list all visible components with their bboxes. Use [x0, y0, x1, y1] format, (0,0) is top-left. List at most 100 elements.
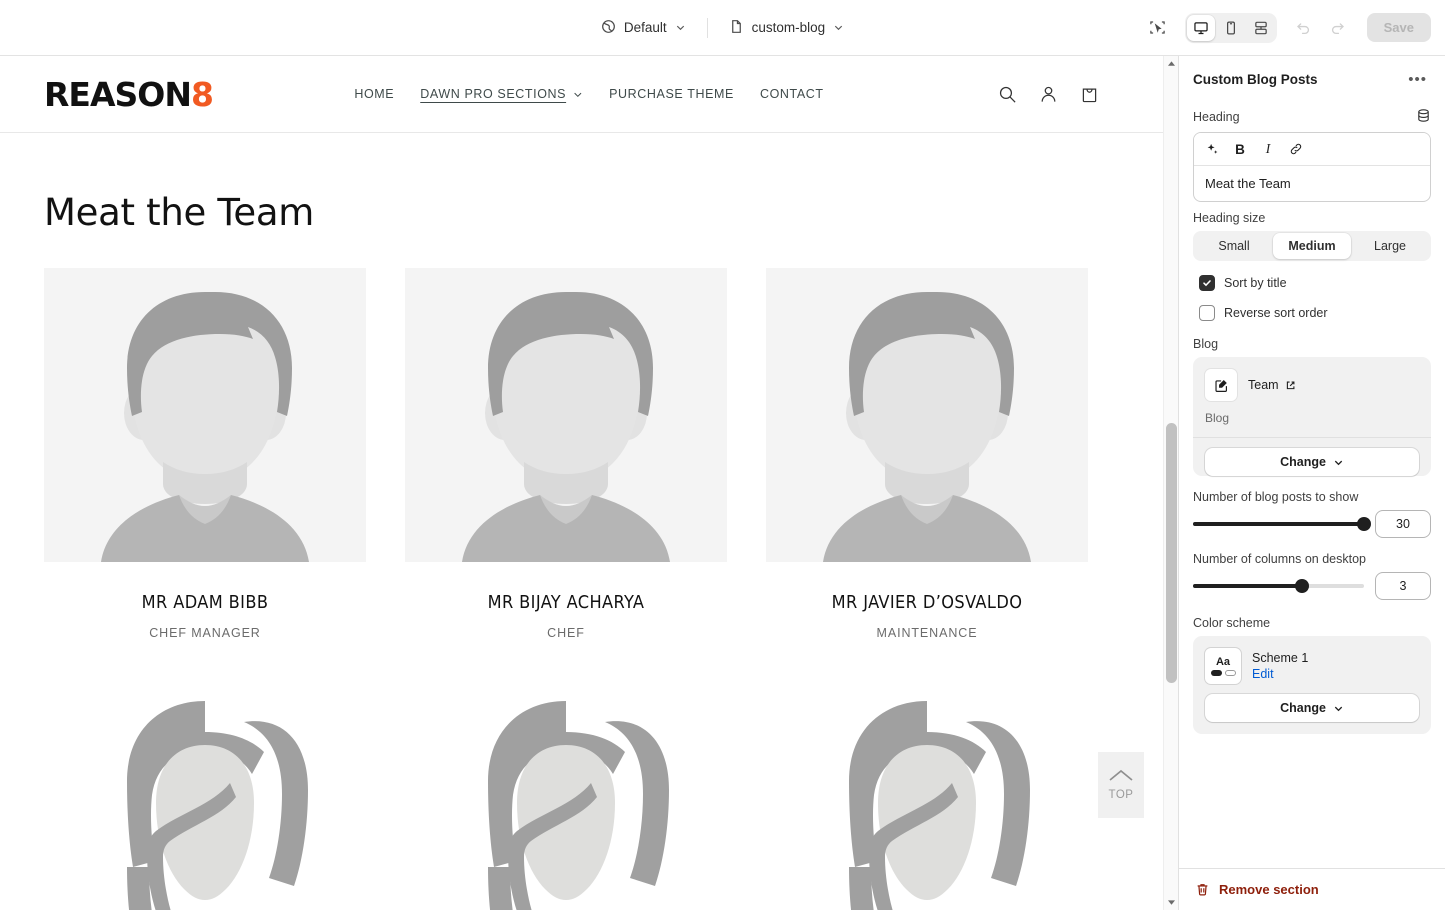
reverse-sort-order-checkbox[interactable]	[1199, 305, 1215, 321]
team-card[interactable]: MR ADAM BIBB CHEF MANAGER	[44, 268, 366, 640]
preview-scrollbar-thumb[interactable]	[1166, 423, 1177, 683]
save-button[interactable]: Save	[1367, 13, 1431, 42]
site-logo[interactable]: REASON8	[44, 78, 213, 111]
color-scheme-edit-link[interactable]: Edit	[1252, 667, 1308, 681]
page-selector[interactable]: custom-blog	[720, 14, 854, 42]
nav-item-dawn-pro-sections[interactable]: DAWN PRO SECTIONS	[420, 87, 583, 101]
scroll-down-arrow[interactable]	[1164, 895, 1179, 910]
heading-size-large[interactable]: Large	[1351, 233, 1429, 259]
storefront-nav: HOME DAWN PRO SECTIONS PURCHASE THEME CO…	[354, 87, 823, 101]
member-role: CHEF MANAGER	[44, 626, 366, 640]
logo-text: REASON	[44, 75, 191, 114]
heading-input[interactable]: Meat the Team	[1194, 166, 1430, 201]
external-link-icon	[1285, 380, 1296, 391]
sort-by-title-checkbox-row[interactable]: Sort by title	[1199, 275, 1431, 291]
reverse-sort-order-checkbox-row[interactable]: Reverse sort order	[1199, 305, 1431, 321]
more-options-icon[interactable]: •••	[1404, 70, 1431, 89]
columns-slider[interactable]	[1193, 577, 1364, 595]
sort-by-title-checkbox[interactable]	[1199, 275, 1215, 291]
heading-size-small[interactable]: Small	[1195, 233, 1273, 259]
chevron-down-icon	[572, 89, 583, 100]
color-scheme-change-button[interactable]: Change	[1205, 694, 1419, 722]
scroll-up-arrow[interactable]	[1164, 56, 1179, 71]
globe-icon	[601, 19, 616, 37]
nav-item-home[interactable]: HOME	[354, 87, 394, 101]
columns-number-input[interactable]: 3	[1375, 572, 1431, 600]
heading-size-medium[interactable]: Medium	[1273, 233, 1351, 259]
link-icon[interactable]	[1283, 137, 1309, 161]
logo-accent: 8	[191, 75, 213, 114]
panel-header: Custom Blog Posts •••	[1193, 56, 1431, 99]
panel-scroll-area: Custom Blog Posts ••• Heading B I	[1179, 56, 1445, 868]
database-icon[interactable]	[1416, 108, 1431, 126]
posts-slider[interactable]	[1193, 515, 1364, 533]
columns-slider-label: Number of columns on desktop	[1193, 552, 1431, 566]
back-to-top-label: TOP	[1109, 789, 1134, 801]
color-scheme-name: Scheme 1	[1252, 651, 1308, 665]
team-card[interactable]	[766, 679, 1088, 910]
blog-resource-name-link[interactable]: Team	[1248, 378, 1296, 392]
preview-scrollbar[interactable]	[1163, 56, 1178, 910]
redo-button[interactable]	[1323, 13, 1353, 43]
desktop-icon[interactable]	[1187, 15, 1215, 41]
blog-change-button[interactable]: Change	[1205, 448, 1419, 476]
color-scheme-swatch-text: Aa	[1216, 657, 1230, 668]
color-scheme-swatch: Aa	[1205, 648, 1241, 684]
section-settings-panel: Custom Blog Posts ••• Heading B I	[1178, 56, 1445, 910]
nav-label: CONTACT	[760, 87, 824, 101]
blog-field-label: Blog	[1193, 337, 1431, 351]
color-scheme-top: Aa Scheme 1 Edit	[1205, 648, 1419, 684]
remove-section-button[interactable]: Remove section	[1179, 868, 1445, 910]
theme-preview-frame: REASON8 HOME DAWN PRO SECTIONS PURCHASE …	[0, 56, 1178, 910]
member-avatar	[766, 679, 1088, 910]
cart-icon[interactable]	[1079, 84, 1100, 105]
mobile-icon[interactable]	[1217, 15, 1245, 41]
team-card[interactable]: MR BIJAY ACHARYA CHEF	[405, 268, 727, 640]
columns-slider-knob[interactable]	[1295, 579, 1309, 593]
posts-number-input[interactable]: 30	[1375, 510, 1431, 538]
back-to-top-button[interactable]: TOP	[1098, 752, 1144, 818]
nav-label: PURCHASE THEME	[609, 87, 734, 101]
blog-change-label: Change	[1280, 455, 1326, 469]
posts-slider-fill	[1193, 522, 1364, 526]
rich-text-toolbar: B I	[1194, 133, 1430, 166]
page-title: Meat the Team	[44, 191, 1178, 234]
nav-label: DAWN PRO SECTIONS	[420, 87, 566, 101]
heading-rich-text-editor: B I Meat the Team	[1193, 132, 1431, 202]
sort-by-title-label: Sort by title	[1224, 276, 1287, 290]
posts-slider-knob[interactable]	[1357, 517, 1371, 531]
swatch-pill-light	[1225, 670, 1236, 676]
blog-edit-icon	[1205, 369, 1237, 401]
italic-icon[interactable]: I	[1255, 137, 1281, 161]
search-icon[interactable]	[997, 84, 1018, 105]
bold-icon[interactable]: B	[1227, 137, 1253, 161]
team-card[interactable]	[405, 679, 727, 910]
fullscreen-icon[interactable]	[1247, 15, 1275, 41]
heading-size-label: Heading size	[1193, 211, 1431, 225]
blog-card-divider	[1193, 437, 1431, 438]
posts-slider-row: 30	[1193, 510, 1431, 538]
team-card[interactable]: MR JAVIER D’OSVALDO MAINTENANCE	[766, 268, 1088, 640]
account-icon[interactable]	[1038, 84, 1059, 105]
female-avatar-icon	[766, 679, 1088, 910]
reverse-sort-order-label: Reverse sort order	[1224, 306, 1328, 320]
team-card[interactable]	[44, 679, 366, 910]
theme-selector[interactable]: Default	[592, 14, 695, 42]
male-avatar-icon	[405, 268, 727, 562]
topbar-right-group: Save	[1143, 13, 1431, 43]
team-grid: MR ADAM BIBB CHEF MANAGER MR BIJAY ACHAR…	[44, 268, 1178, 910]
color-scheme-pills	[1211, 670, 1236, 676]
inspector-icon[interactable]	[1143, 13, 1173, 43]
blog-resource-top: Team	[1205, 369, 1419, 401]
columns-slider-fill	[1193, 584, 1302, 588]
nav-item-purchase-theme[interactable]: PURCHASE THEME	[609, 87, 734, 101]
topbar-divider	[707, 18, 708, 38]
nav-item-contact[interactable]: CONTACT	[760, 87, 824, 101]
storefront-header-icons	[997, 84, 1100, 105]
undo-button[interactable]	[1289, 13, 1319, 43]
trash-icon	[1195, 882, 1210, 897]
chevron-down-icon	[675, 22, 686, 33]
female-avatar-icon	[405, 679, 727, 910]
ai-sparkle-icon[interactable]	[1199, 137, 1225, 161]
page-icon	[729, 19, 744, 37]
